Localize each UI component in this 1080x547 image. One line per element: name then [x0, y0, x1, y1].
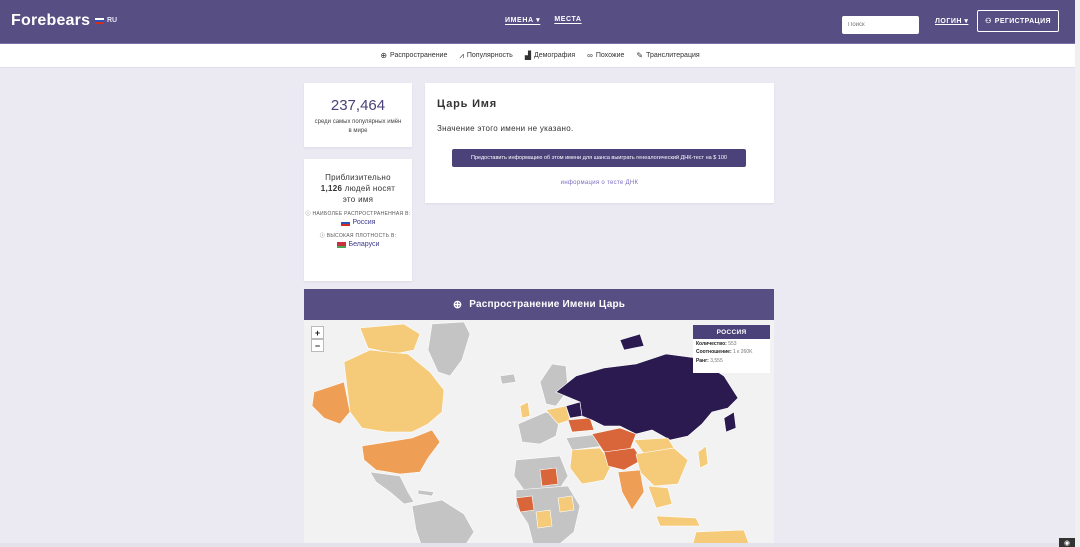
link-icon: ∞ [587, 51, 593, 60]
russia-flag-icon [95, 17, 104, 24]
people-count-text: Приблизительно 1,126 людей носят это имя [304, 172, 412, 205]
meaning-description: Значение этого имени не указано. [437, 124, 574, 133]
map-region-ukraine [567, 417, 595, 433]
map-region-iceland [499, 373, 517, 385]
info-ratio-row: Соотношение: 1 к 260K [693, 349, 770, 356]
tab-distribution[interactable]: ⊕ Распространение [380, 51, 447, 60]
map-region-egypt [539, 467, 559, 487]
info-circle-icon: ⓘ [319, 233, 327, 239]
info-ratio-value: 1 к 260K [733, 349, 753, 355]
page-title: Царь Имя [437, 98, 497, 110]
globe-icon: ⊕ [452, 299, 463, 311]
map-region-canada [343, 349, 445, 433]
rank-card: 237,464 среди самых популярных имён в ми… [304, 83, 412, 147]
register-label: РЕГИСТРАЦИЯ [994, 17, 1051, 25]
provide-info-button[interactable]: Предоставить информацию об этом имени дл… [452, 149, 746, 167]
horizontal-scrollbar[interactable] [0, 543, 1080, 547]
chart-line-icon: ⩘ [459, 50, 464, 60]
tab-label: Популярность [466, 52, 513, 59]
user-plus-icon: ⚇ [985, 18, 992, 25]
highest-density-label: ⓘ ВЫСОКАЯ ПЛОТНОСТЬ В: [304, 233, 412, 240]
language-label: RU [107, 17, 118, 24]
tab-transliteration[interactable]: ✎ Транслитерация [636, 51, 699, 60]
nav-names[interactable]: ИМЕНА ▾ [505, 16, 540, 24]
map-region-se-asia [647, 485, 673, 509]
tab-label: Похожие [595, 52, 625, 59]
people-text-before: Приблизительно [325, 173, 391, 182]
info-count-row: Количество: 553 [693, 339, 770, 349]
tab-label: Распространение [390, 52, 448, 59]
site-logo[interactable]: Forebears [11, 12, 90, 30]
people-count-card: Приблизительно 1,126 людей носят это имя… [304, 159, 412, 281]
zoom-out-button[interactable]: − [311, 339, 324, 352]
login-link[interactable]: ЛОГИН ▾ [935, 17, 968, 25]
info-count-label: Количество: [696, 341, 727, 347]
map-region-caribbean [417, 489, 435, 497]
map-region-uk [519, 401, 531, 419]
people-count: 1,126 [320, 184, 343, 193]
map-region-usa [361, 429, 441, 475]
dna-test-link[interactable]: информация о тесте ДНК [425, 180, 774, 186]
country-info-popup: РОССИЯ Количество: 553 Соотношение: 1 к … [693, 325, 770, 373]
map-header: ⊕ Распространение Имени Царь [304, 289, 774, 320]
info-circle-icon: ⓘ [305, 211, 313, 217]
map-region-sudan [557, 495, 575, 513]
rank-description: среди самых популярных имён в мире [314, 119, 402, 134]
info-rank-label: Ранг: [696, 358, 709, 364]
transliteration-icon: ✎ [636, 51, 644, 60]
rank-number: 237,464 [330, 97, 386, 114]
tab-demographics[interactable]: ▟ Демография [525, 51, 575, 60]
info-ratio-label: Соотношение: [696, 349, 732, 355]
most-common-label: ⓘ НАИБОЛЕЕ РАСПРОСТРАНЕННАЯ В: [304, 211, 412, 218]
name-meaning-card: Царь Имя Значение этого имени не указано… [425, 83, 774, 203]
russia-flag-icon [340, 219, 350, 226]
map-region-alaska [311, 381, 351, 425]
accessibility-icon[interactable]: ◉ [1059, 538, 1075, 547]
language-switch[interactable]: RU [95, 17, 117, 24]
highest-density-label-text: ВЫСОКАЯ ПЛОТНОСТЬ В: [326, 233, 397, 239]
map-region-indonesia [655, 515, 701, 527]
map-region-mexico [369, 471, 415, 505]
map-region-greenland [427, 321, 471, 377]
tab-popularity[interactable]: ⩘ Популярность [459, 51, 512, 61]
map-region-central-asia [603, 447, 643, 471]
map-region-india [617, 469, 645, 511]
map-region-south-america [411, 499, 475, 547]
globe-icon: ⊕ [380, 51, 388, 60]
map-title: Распространение Имени Царь [469, 299, 626, 310]
section-tabs: ⊕ Распространение ⩘ Популярность ▟ Демог… [0, 44, 1080, 68]
tab-similar[interactable]: ∞ Похожие [587, 51, 624, 60]
people-text-after: людей носят это имя [342, 184, 396, 204]
map-region-china [635, 447, 689, 487]
search-input[interactable] [842, 16, 919, 34]
map-region-scandinavia [539, 363, 569, 407]
highest-density-country-name: Беларуси [348, 241, 380, 248]
info-count-value: 553 [728, 341, 737, 347]
map-region-east-africa [535, 509, 553, 529]
map-region-canada-islands [359, 323, 421, 355]
zoom-in-button[interactable]: + [311, 326, 324, 339]
map-region-japan [697, 445, 709, 469]
tab-label: Демография [533, 52, 576, 59]
map-region-kamchatka [723, 411, 737, 433]
info-rank-value: 3,555 [710, 358, 723, 364]
highest-density-country[interactable]: Беларуси [304, 241, 412, 248]
tab-label: Транслитерация [646, 52, 700, 59]
nav-places[interactable]: МЕСТА [554, 16, 581, 24]
belarus-flag-icon [336, 241, 346, 248]
info-country-name: РОССИЯ [693, 325, 770, 339]
vertical-scrollbar[interactable] [1075, 0, 1080, 547]
most-common-label-text: НАИБОЛЕЕ РАСПРОСТРАНЕННАЯ В: [312, 211, 411, 217]
register-button[interactable]: ⚇ РЕГИСТРАЦИЯ [977, 10, 1059, 32]
distribution-map[interactable]: + − РОССИЯ Количество: 553 Соотношение: … [304, 320, 774, 547]
main-nav: ИМЕНА ▾ МЕСТА [505, 16, 582, 24]
info-rank-row: Ранг: 3,555 [693, 356, 770, 367]
most-common-country-name: Россия [352, 219, 376, 226]
bar-chart-icon: ▟ [524, 51, 531, 60]
top-navbar: Forebears RU ИМЕНА ▾ МЕСТА ЛОГИН ▾ ⚇ РЕГ… [0, 0, 1080, 44]
most-common-country[interactable]: Россия [304, 219, 412, 226]
map-region-russia-east [619, 333, 645, 351]
